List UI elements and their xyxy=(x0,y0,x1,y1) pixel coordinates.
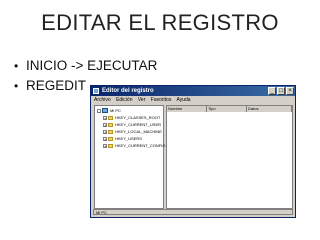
expand-icon[interactable]: + xyxy=(103,143,107,148)
menu-ayuda[interactable]: Ayuda xyxy=(176,97,190,103)
close-button[interactable]: × xyxy=(286,87,294,95)
menu-ver[interactable]: Ver xyxy=(138,97,146,103)
regedit-app-icon xyxy=(93,88,99,94)
menu-edicion[interactable]: Edición xyxy=(116,97,132,103)
tree-item[interactable]: + HKEY_CURRENT_CONFIG xyxy=(103,143,165,149)
bullet-text: INICIO -> EJECUTAR xyxy=(26,58,158,73)
registry-tree[interactable]: - Mi PC + HKEY_CLASSES_ROOT + HKEY_CURRENT_… xyxy=(94,105,165,209)
tree-root-label: Mi PC xyxy=(110,108,121,113)
values-list[interactable]: Nombre Tipo Datos xyxy=(166,105,293,209)
bullet-dot-icon: • xyxy=(14,59,19,73)
menu-favoritos[interactable]: Favoritos xyxy=(151,97,172,103)
bullet-dot-icon: • xyxy=(14,79,19,93)
maximize-button[interactable]: □ xyxy=(277,87,285,95)
menu-bar: Archivo Edición Ver Favoritos Ayuda xyxy=(91,96,295,104)
minimize-button[interactable]: _ xyxy=(268,87,276,95)
folder-icon xyxy=(108,143,113,148)
tree-item-label: HKEY_CURRENT_USER xyxy=(115,122,162,127)
tree-item-label: HKEY_CURRENT_CONFIG xyxy=(115,143,166,148)
menu-archivo[interactable]: Archivo xyxy=(94,97,111,103)
bullet-text: REGEDIT xyxy=(26,78,87,93)
tree-root[interactable]: - Mi PC xyxy=(97,108,121,114)
window-title: Editor del registro xyxy=(102,88,154,94)
column-header-nombre[interactable]: Nombre xyxy=(167,106,207,112)
column-header-datos[interactable]: Datos xyxy=(247,106,292,112)
tree-item-label: HKEY_LOCAL_MACHINE xyxy=(115,129,162,134)
bullet-item: • INICIO -> EJECUTAR xyxy=(14,56,157,76)
folder-icon xyxy=(108,129,113,134)
tree-item[interactable]: + HKEY_USERS xyxy=(103,136,142,142)
folder-icon xyxy=(108,136,113,141)
tree-item-label: HKEY_USERS xyxy=(115,136,142,141)
expand-icon[interactable]: + xyxy=(103,115,107,120)
folder-icon xyxy=(108,115,113,120)
expand-icon[interactable]: + xyxy=(103,136,107,141)
computer-icon xyxy=(102,108,108,114)
collapse-icon[interactable]: - xyxy=(97,108,101,113)
tree-item-label: HKEY_CLASSES_ROOT xyxy=(115,115,161,120)
tree-item[interactable]: + HKEY_LOCAL_MACHINE xyxy=(103,129,162,135)
tree-item[interactable]: + HKEY_CURRENT_USER xyxy=(103,122,161,128)
column-header-tipo[interactable]: Tipo xyxy=(207,106,247,112)
expand-icon[interactable]: + xyxy=(103,129,107,134)
tree-item[interactable]: + HKEY_CLASSES_ROOT xyxy=(103,115,160,121)
regedit-window: Editor del registro _ □ × Archivo Edició… xyxy=(90,85,296,218)
expand-icon[interactable]: + xyxy=(103,122,107,127)
folder-icon xyxy=(108,122,113,127)
slide-title: EDITAR EL REGISTRO xyxy=(41,10,279,35)
status-bar: Mi PC xyxy=(93,209,293,215)
window-titlebar[interactable]: Editor del registro _ □ × xyxy=(91,86,295,96)
